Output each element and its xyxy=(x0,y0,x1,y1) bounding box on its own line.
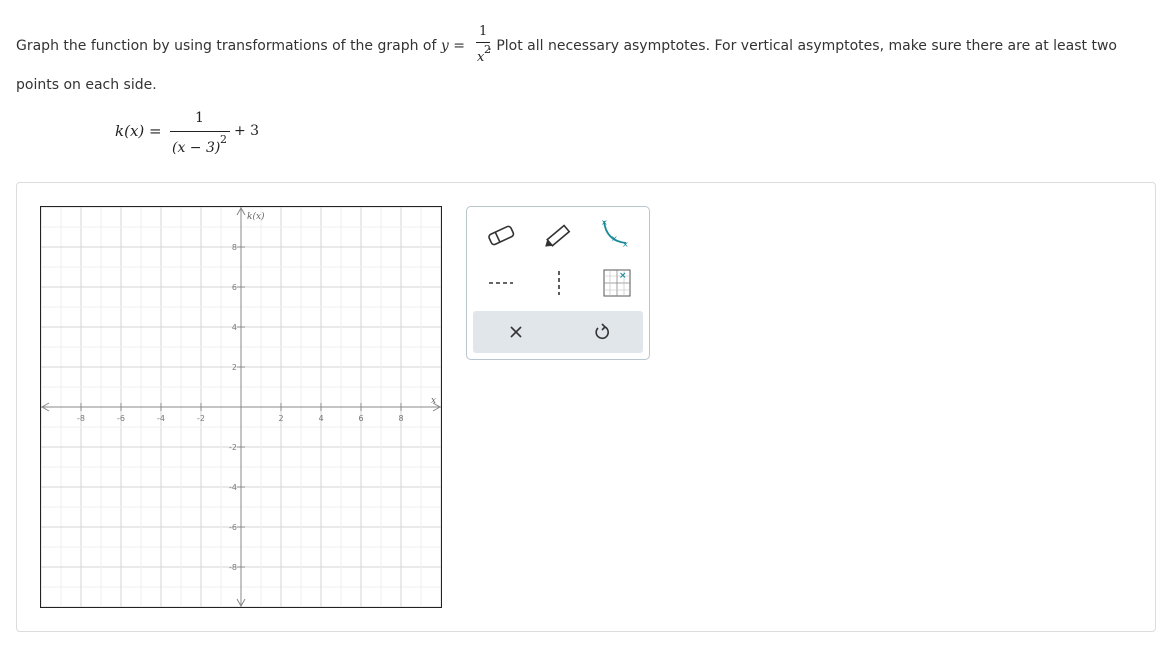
y-tick-label: -4 xyxy=(229,483,237,492)
x-tick-label: 6 xyxy=(358,414,363,423)
pencil-icon xyxy=(545,224,571,247)
svg-text:×: × xyxy=(611,234,618,243)
eraser-icon xyxy=(488,225,515,246)
pencil-tool[interactable] xyxy=(539,217,579,253)
clear-icon xyxy=(510,326,522,338)
prompt-y-var: y xyxy=(440,38,449,54)
y-tick-label: 6 xyxy=(232,283,237,292)
graphing-area[interactable]: -8 -6 -4 -2 2 4 6 8 8 6 4 2 -2 -4 -6 -8 k(x) x xyxy=(40,206,442,608)
y-tick-label: 2 xyxy=(232,363,237,372)
x-tick-label: 8 xyxy=(398,414,403,423)
y-tick-label: 4 xyxy=(232,323,237,332)
function-exponent: 2 xyxy=(220,133,227,146)
y-tick-label: -6 xyxy=(229,523,237,532)
x-tick-label: -8 xyxy=(77,414,85,423)
graph-svg[interactable]: -8 -6 -4 -2 2 4 6 8 8 6 4 2 -2 -4 -6 -8 k(x) x xyxy=(41,207,441,607)
svg-text:×: × xyxy=(622,240,629,249)
grid-points-icon: × xyxy=(603,269,631,297)
clear-button[interactable] xyxy=(486,311,546,353)
prompt-text-after: . Plot all necessary asymptotes. For ver… xyxy=(487,38,1117,54)
function-shift: + 3 xyxy=(234,123,260,139)
y-tick-label: -8 xyxy=(229,563,237,572)
horizontal-asymptote-tool[interactable] xyxy=(481,265,521,301)
eraser-tool[interactable] xyxy=(481,217,521,253)
x-tick-label: -2 xyxy=(197,414,205,423)
undo-icon xyxy=(595,323,609,340)
question-prompt: Graph the function by using transformati… xyxy=(16,38,1117,54)
vertical-asymptote-icon xyxy=(558,271,560,295)
x-axis-label: x xyxy=(431,396,436,406)
x-tick-label: 2 xyxy=(278,414,283,423)
prompt-text-before: Graph the function by using transformati… xyxy=(16,38,441,54)
function-fraction-bar xyxy=(170,131,230,132)
curve-tool-icon: × × × xyxy=(601,218,629,249)
prompt-equals: = xyxy=(453,38,465,54)
function-numerator: 1 xyxy=(195,110,204,126)
function-denominator: (x − 3) xyxy=(172,140,221,156)
x-tick-label: 4 xyxy=(318,414,323,423)
base-numerator: 1 xyxy=(479,24,488,39)
x-tick-label: -4 xyxy=(157,414,165,423)
grid-point-tool[interactable]: × xyxy=(597,265,637,301)
y-axis-label: k(x) xyxy=(247,211,265,222)
svg-text:×: × xyxy=(619,271,627,281)
x-tick-labels: -8 -6 -4 -2 2 4 6 8 xyxy=(77,414,404,423)
vertical-asymptote-tool[interactable] xyxy=(539,265,579,301)
base-exponent: 2 xyxy=(484,43,491,56)
function-lhs: k(x) = xyxy=(115,122,162,140)
prompt-line-2: points on each side. xyxy=(16,77,157,93)
undo-button[interactable] xyxy=(572,311,632,353)
horizontal-asymptote-icon xyxy=(489,282,513,284)
y-tick-label: 8 xyxy=(232,243,237,252)
svg-text:×: × xyxy=(601,218,608,227)
x-tick-label: -6 xyxy=(117,414,125,423)
graph-toolbar: × × × × xyxy=(466,206,650,360)
y-tick-label: -2 xyxy=(229,443,237,452)
toolbar-actions xyxy=(473,311,643,353)
curve-tool[interactable]: × × × xyxy=(595,215,635,251)
